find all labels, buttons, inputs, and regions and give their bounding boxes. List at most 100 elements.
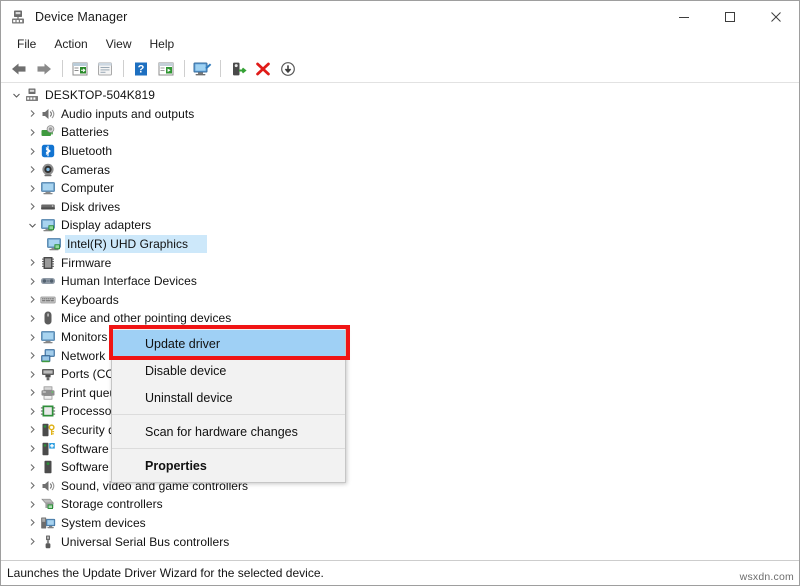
tree-row-label: Bluetooth	[61, 144, 113, 159]
chevron-right-icon[interactable]	[25, 109, 40, 118]
chevron-right-icon[interactable]	[25, 277, 40, 286]
monitor-icon	[40, 180, 56, 196]
tree-row-label: Disk drives	[61, 199, 121, 214]
menu-file[interactable]: File	[8, 35, 45, 54]
chevron-right-icon[interactable]	[25, 463, 40, 472]
svg-text:?: ?	[137, 63, 144, 75]
device-context-menu[interactable]: Update driver Disable device Uninstall d…	[111, 327, 346, 483]
tree-row[interactable]: System devices	[1, 514, 799, 533]
speaker-icon	[40, 478, 56, 494]
tree-row[interactable]: Computer	[1, 179, 799, 198]
tree-row[interactable]: Disk drives	[1, 198, 799, 217]
show-hide-console-tree-icon[interactable]	[68, 57, 91, 80]
chevron-right-icon[interactable]	[25, 295, 40, 304]
context-menu-item-update-driver[interactable]: Update driver	[112, 330, 345, 357]
chevron-down-icon[interactable]	[9, 91, 24, 100]
tree-row[interactable]: Human Interface Devices	[1, 272, 799, 291]
toolbar: ?	[1, 55, 799, 83]
tree-row-label: Storage controllers	[61, 497, 163, 512]
chevron-right-icon[interactable]	[25, 184, 40, 193]
close-button[interactable]	[753, 1, 799, 32]
enable-device-icon[interactable]	[226, 57, 249, 80]
tree-row[interactable]: Mice and other pointing devices	[1, 309, 799, 328]
tree-row-label: Monitors	[61, 330, 108, 345]
status-bar-text: Launches the Update Driver Wizard for th…	[7, 566, 324, 580]
chevron-right-icon[interactable]	[25, 333, 40, 342]
tree-row[interactable]: Keyboards	[1, 291, 799, 310]
chevron-right-icon[interactable]	[25, 500, 40, 509]
chevron-right-icon[interactable]	[25, 202, 40, 211]
context-menu-item-properties[interactable]: Properties	[112, 452, 345, 479]
menu-help[interactable]: Help	[141, 35, 184, 54]
chevron-right-icon[interactable]	[25, 165, 40, 174]
bluetooth-icon	[40, 143, 56, 159]
monitor-icon	[40, 329, 56, 345]
caption-button-group	[661, 1, 799, 32]
properties-icon[interactable]	[93, 57, 116, 80]
context-menu-item-uninstall-device[interactable]: Uninstall device	[112, 384, 345, 411]
chevron-right-icon[interactable]	[25, 407, 40, 416]
uninstall-device-icon[interactable]	[251, 57, 274, 80]
tree-row-label: DESKTOP-504K819	[45, 88, 155, 103]
chevron-right-icon[interactable]	[25, 481, 40, 490]
tree-row-label: Batteries	[61, 125, 109, 140]
keyboard-icon	[40, 292, 56, 308]
menu-action[interactable]: Action	[45, 35, 96, 54]
tree-row-label: Cameras	[61, 162, 111, 177]
chevron-right-icon[interactable]	[25, 425, 40, 434]
tree-row[interactable]: Firmware	[1, 253, 799, 272]
maximize-button[interactable]	[707, 1, 753, 32]
menu-view[interactable]: View	[97, 35, 141, 54]
back-arrow-icon[interactable]	[7, 57, 30, 80]
chevron-right-icon[interactable]	[25, 258, 40, 267]
tree-row[interactable]: Bluetooth	[1, 142, 799, 161]
processor-icon	[40, 403, 56, 419]
chevron-down-icon[interactable]	[25, 221, 40, 230]
context-menu-item-disable-device[interactable]: Disable device	[112, 357, 345, 384]
chevron-right-icon[interactable]	[25, 351, 40, 360]
scan-hardware-changes-icon[interactable]	[190, 57, 213, 80]
chevron-right-icon[interactable]	[25, 537, 40, 546]
chevron-right-icon[interactable]	[25, 128, 40, 137]
tree-row-label: Display adapters	[61, 218, 152, 233]
hid-icon	[40, 273, 56, 289]
tree-row-label: Universal Serial Bus controllers	[61, 534, 230, 549]
chevron-right-icon[interactable]	[25, 147, 40, 156]
tree-row[interactable]: Cameras	[1, 160, 799, 179]
tree-row-label: Firmware	[61, 255, 112, 270]
chevron-right-icon[interactable]	[25, 388, 40, 397]
disk-drive-icon	[40, 199, 56, 215]
storage-controller-icon	[40, 496, 56, 512]
toolbar-separator	[220, 60, 221, 77]
context-menu-item-scan-for-hardware-changes[interactable]: Scan for hardware changes	[112, 418, 345, 445]
camera-icon	[40, 162, 56, 178]
forward-arrow-icon[interactable]	[32, 57, 55, 80]
network-adapter-icon	[40, 348, 56, 364]
toolbar-separator	[123, 60, 124, 77]
minimize-button[interactable]	[661, 1, 707, 32]
help-icon[interactable]: ?	[129, 57, 152, 80]
tree-row[interactable]: Storage controllers	[1, 495, 799, 514]
port-icon	[40, 366, 56, 382]
tree-row[interactable]: Universal Serial Bus controllers	[1, 532, 799, 551]
tree-row[interactable]: DESKTOP-504K819	[1, 86, 799, 105]
speaker-icon	[40, 106, 56, 122]
tree-row[interactable]: Batteries	[1, 123, 799, 142]
tree-row[interactable]: Display adapters	[1, 216, 799, 235]
chevron-right-icon[interactable]	[25, 518, 40, 527]
update-driver-icon[interactable]	[154, 57, 177, 80]
tree-row[interactable]: Audio inputs and outputs	[1, 105, 799, 124]
tree-row-label: Keyboards	[61, 292, 119, 307]
chevron-right-icon[interactable]	[25, 314, 40, 323]
software-component-icon	[40, 441, 56, 457]
device-manager-icon	[10, 9, 26, 25]
chevron-right-icon[interactable]	[25, 444, 40, 453]
tree-row-selected-device[interactable]: Intel(R) UHD Graphics	[1, 234, 799, 254]
tree-row-label: Mice and other pointing devices	[61, 311, 232, 326]
device-tree-panel[interactable]: DESKTOP-504K819 Audio inputs and outputs	[1, 83, 799, 560]
chevron-right-icon[interactable]	[25, 370, 40, 379]
disable-device-icon[interactable]	[276, 57, 299, 80]
title-bar: Device Manager	[1, 1, 799, 33]
toolbar-separator	[184, 60, 185, 77]
display-adapter-icon	[40, 217, 56, 233]
